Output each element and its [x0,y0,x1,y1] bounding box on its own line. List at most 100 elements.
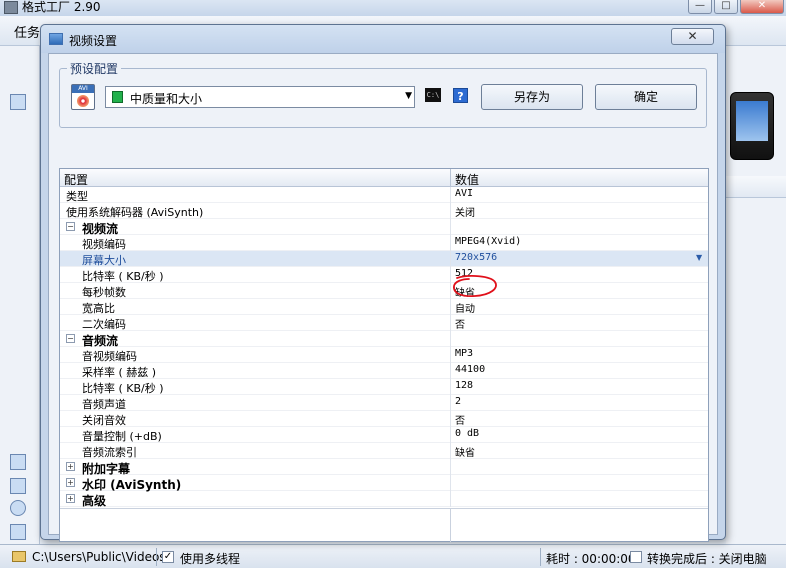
property-name: 音频声道 [82,398,126,411]
expand-icon[interactable]: + [66,494,75,503]
ok-button[interactable]: 确定 [595,84,697,110]
property-value[interactable]: 关闭 [455,204,475,219]
app-logo-icon [4,1,18,14]
property-name: 每秒帧数 [82,286,126,299]
chevron-down-icon[interactable]: ▼ [405,91,412,101]
property-name: 关闭音效 [82,414,126,427]
column-divider [450,251,451,267]
grid-property-row[interactable]: 视频编码 MPEG4(Xvid) [60,235,708,251]
multithread-checkbox[interactable]: ✓ [162,551,174,563]
grid-rows: 类型 AVI 使用系统解码器 (AviSynth) 关闭 − 视频流视频编码 MPEG4(X… [60,187,708,508]
dialog-titlebar: 视频设置 ✕ [41,25,725,53]
property-value[interactable]: AVI [455,188,473,199]
document-icon[interactable] [10,94,26,110]
preset-select[interactable]: 中质量和大小 ▼ [105,86,415,108]
property-name: 视频编码 [82,238,126,251]
after-convert-label: 转换完成后 : 关闭电脑 [647,552,767,566]
column-divider [450,427,451,443]
column-divider [450,363,451,379]
column-divider [450,235,451,251]
grid-category-row[interactable]: + 高级 [60,491,708,508]
avi-tag: AVI [72,85,94,93]
grid-property-row[interactable]: 类型 AVI [60,187,708,203]
grid-property-row[interactable]: 二次编码 否 [60,315,708,331]
grid-property-row[interactable]: 比特率 ( KB/秒 ) 128 [60,379,708,395]
column-divider [450,299,451,315]
grid-property-row[interactable]: 每秒帧数 缺省 [60,283,708,299]
property-value[interactable]: MP3 [455,348,473,359]
save-as-button[interactable]: 另存为 [481,84,583,110]
grid-property-row[interactable]: 屏幕大小 720x576 ▼ [60,251,708,267]
avi-format-icon: AVI [71,84,95,110]
grid-header-divider[interactable] [450,169,451,187]
grid-description-area [60,508,708,542]
property-name: 高级 [82,494,107,508]
column-divider [450,219,451,235]
property-value[interactable]: 128 [455,380,473,391]
dialog-title: 视频设置 [69,34,118,48]
column-divider [450,475,451,491]
column-divider [450,315,451,331]
grid-bottom-divider [450,509,451,542]
maximize-button[interactable]: □ [714,0,738,14]
grid-property-row[interactable]: 音量控制 (+dB) 0 dB [60,427,708,443]
chevron-down-icon[interactable]: ▼ [696,253,702,262]
collapse-icon[interactable]: − [66,334,75,343]
grid-property-row[interactable]: 宽高比 自动 [60,299,708,315]
tab-tasks[interactable]: 任务 [14,22,40,41]
property-grid: 配置 数值 类型 AVI 使用系统解码器 (AviSynth) 关闭 − 视频流视频编码 M… [59,168,709,542]
grid-category-row[interactable]: − 视频流 [60,219,708,236]
app-titlebar: 格式工厂 2.90 — □ ✕ [0,0,786,16]
property-value[interactable]: 缺省 [455,444,475,459]
property-name: 屏幕大小 [82,254,126,267]
app-close-button[interactable]: ✕ [740,0,784,14]
property-value[interactable]: 否 [455,316,465,331]
property-value[interactable]: MPEG4(Xvid) [455,236,521,247]
property-value[interactable]: 720x576 [455,252,497,263]
tools-icon[interactable] [10,524,26,540]
after-convert-checkbox[interactable] [630,551,642,563]
expand-icon[interactable]: + [66,478,75,487]
property-name: 采样率 ( 赫兹 ) [82,366,157,379]
music-icon[interactable] [10,454,26,470]
grid-category-row[interactable]: + 水印 (AviSynth) [60,475,708,492]
grid-header: 配置 数值 [60,169,708,187]
property-value[interactable]: 否 [455,412,465,427]
property-value[interactable]: 自动 [455,300,475,315]
grid-property-row[interactable]: 音视频编码 MP3 [60,347,708,363]
grid-category-row[interactable]: + 附加字幕 [60,459,708,476]
dialog-close-button[interactable]: ✕ [671,28,714,45]
grid-property-row[interactable]: 采样率 ( 赫兹 ) 44100 [60,363,708,379]
collapse-icon[interactable]: − [66,222,75,231]
output-path[interactable]: C:\Users\Public\Videos [32,550,166,564]
preset-select-value: 中质量和大小 [130,92,203,106]
property-name: 比特率 ( KB/秒 ) [82,382,164,395]
property-value[interactable]: 2 [455,396,461,407]
annotation-circle [453,275,497,298]
help-icon[interactable]: ? [453,88,468,103]
quality-level-icon [112,91,123,103]
command-line-icon[interactable]: C:\ [425,88,441,102]
folder-icon[interactable] [12,551,26,562]
grid-header-name: 配置 [64,173,89,187]
picture-icon[interactable] [10,478,26,494]
statusbar: C:\Users\Public\Videos ✓ 使用多线程 耗时 : 00:0… [0,544,786,568]
video-settings-icon [49,33,63,45]
expand-icon[interactable]: + [66,462,75,471]
right-list-header [726,176,786,198]
disc-icon [77,95,89,107]
grid-property-row[interactable]: 比特率 ( KB/秒 ) 512 [60,267,708,283]
disc-icon[interactable] [10,500,26,516]
preset-group-label: 预设配置 [67,60,122,77]
property-name: 二次编码 [82,318,126,331]
minimize-button[interactable]: — [688,0,712,14]
property-name: 使用系统解码器 (AviSynth) [66,206,204,219]
grid-property-row[interactable]: 关闭音效 否 [60,411,708,427]
grid-property-row[interactable]: 音频声道 2 [60,395,708,411]
property-value[interactable]: 0 dB [455,428,479,439]
grid-property-row[interactable]: 使用系统解码器 (AviSynth) 关闭 [60,203,708,219]
grid-category-row[interactable]: − 音频流 [60,331,708,348]
property-value[interactable]: 44100 [455,364,485,375]
grid-property-row[interactable]: 音频流索引 缺省 [60,443,708,459]
column-divider [450,395,451,411]
